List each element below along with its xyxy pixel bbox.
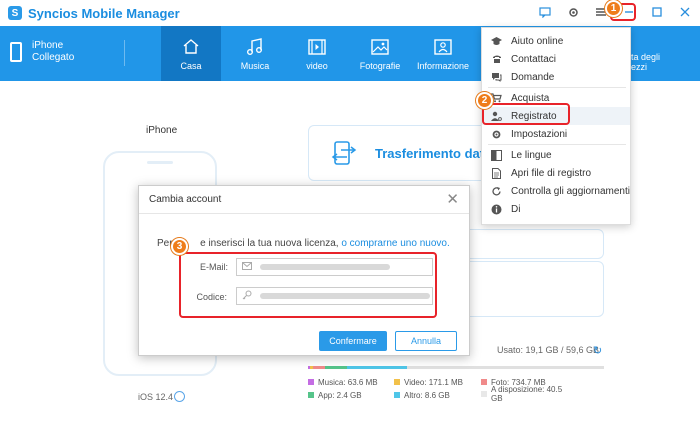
legend-swatch <box>308 379 314 385</box>
menu-item-label: Di <box>511 203 521 215</box>
language-icon <box>491 149 502 161</box>
info-card-icon <box>434 37 452 57</box>
transfer-icon <box>331 141 357 165</box>
menu-separator <box>488 87 626 88</box>
step-badge-1: 1 <box>605 0 622 17</box>
device-info[interactable]: iPhone Collegato <box>10 40 74 64</box>
highlight-registered-item <box>482 103 570 125</box>
legend-music: Musica: 63.6 MB <box>308 378 378 387</box>
legend-swatch <box>394 392 400 398</box>
step-badge-2: 2 <box>476 92 493 109</box>
refresh-icon <box>491 186 502 197</box>
phone-icon <box>491 54 502 65</box>
legend-swatch <box>481 391 487 397</box>
menu-item-about[interactable]: Di <box>482 200 630 218</box>
menu-item-label: Impostazioni <box>511 128 568 140</box>
settings-gear-icon[interactable] <box>564 3 582 21</box>
title-bar: S Syncios Mobile Manager <box>0 0 700 26</box>
menu-item-label: Le lingue <box>511 149 552 161</box>
highlight-license-fields <box>179 252 437 318</box>
menu-item-label: Aiuto online <box>511 35 564 47</box>
tab-photos[interactable]: Fotografie <box>350 26 410 81</box>
menu-item-contact[interactable]: Contattaci <box>482 50 630 68</box>
legend-apps: App: 2.4 GB <box>308 391 362 400</box>
ios-version: iOS 12.4 <box>138 392 174 402</box>
legend-label: App: 2.4 GB <box>318 391 362 400</box>
phone-label: iPhone <box>146 125 178 136</box>
dialog-message-text: e inserisci la tua nuova licenza, <box>200 238 342 249</box>
app-logo-icon: S <box>8 6 22 20</box>
tab-photos-label: Fotografie <box>359 60 401 71</box>
cancel-button[interactable]: Annulla <box>395 331 457 351</box>
tab-music[interactable]: Musica <box>225 26 285 81</box>
legend-other: Altro: 8.6 GB <box>394 391 450 400</box>
menu-item-label: Apri file di registro <box>511 167 592 179</box>
maximize-icon[interactable] <box>648 3 666 21</box>
menu-item-label: Domande <box>511 71 555 83</box>
app-title: Syncios Mobile Manager <box>28 5 180 21</box>
tab-video-label: video <box>306 60 328 71</box>
nav-divider <box>124 40 125 66</box>
graduation-cap-icon <box>491 36 502 47</box>
legend-label: Musica: 63.6 MB <box>318 378 378 387</box>
menu-item-settings[interactable]: Impostazioni <box>482 125 630 143</box>
legend-label: A disposizione: 40.5 GB <box>491 385 563 403</box>
ios-info-icon[interactable] <box>174 391 185 402</box>
storage-bar <box>308 366 604 369</box>
tab-home-label: Casa <box>180 60 202 71</box>
storage-segment-photos <box>313 366 325 369</box>
feedback-icon[interactable] <box>536 3 554 21</box>
gear-icon <box>491 129 502 140</box>
tab-home[interactable]: Casa <box>161 26 221 81</box>
home-icon <box>182 37 200 57</box>
storage-segment-other <box>347 366 407 369</box>
buy-new-license-link[interactable]: o comprarne uno nuovo. <box>341 238 449 249</box>
menu-item-languages[interactable]: Le lingue <box>482 146 630 164</box>
menu-item-label: Acquista <box>511 92 550 104</box>
photo-icon <box>371 37 389 57</box>
tab-information-label: Informazione <box>416 60 470 71</box>
legend-video: Video: 171.1 MB <box>394 378 463 387</box>
close-icon[interactable] <box>676 3 694 21</box>
device-name: iPhone <box>32 40 64 51</box>
video-icon <box>308 37 326 57</box>
menu-item-open-log[interactable]: Apri file di registro <box>482 164 630 182</box>
tab-information[interactable]: Informazione <box>413 26 473 81</box>
transfer-data-label: Trasferimento dati <box>375 146 488 161</box>
storage-usage: Usato: 19,1 GB / 59,6 GB <box>497 345 600 355</box>
confirm-button[interactable]: Confermare <box>319 331 387 351</box>
device-status: Collegato <box>32 52 75 63</box>
menu-separator <box>488 144 626 145</box>
legend-label: Altro: 8.6 GB <box>404 391 450 400</box>
music-icon <box>246 37 264 57</box>
storage-segment-apps <box>325 366 347 369</box>
chat-icon <box>491 72 502 83</box>
legend-swatch <box>394 379 400 385</box>
legend-label: Video: 171.1 MB <box>404 378 464 387</box>
document-icon <box>491 167 502 179</box>
refresh-icon[interactable]: ↻ <box>593 344 602 357</box>
tab-video[interactable]: video <box>287 26 347 81</box>
menu-item-faq[interactable]: Domande <box>482 68 630 86</box>
menu-item-check-updates[interactable]: Controlla gli aggiornamenti <box>482 182 630 200</box>
menu-item-online-help[interactable]: Aiuto online <box>482 32 630 50</box>
tab-partial-label[interactable]: ta degli ezzi <box>631 52 660 72</box>
dialog-title: Cambia account <box>149 194 222 205</box>
main-menu-dropdown: Aiuto online Contattaci Domande Acquista… <box>481 27 631 225</box>
info-icon <box>491 204 502 215</box>
tab-music-label: Musica <box>240 60 270 71</box>
menu-item-label: Contattaci <box>511 53 557 65</box>
step-badge-3: 3 <box>171 238 188 255</box>
legend-available: A disposizione: 40.5 GB <box>481 385 562 403</box>
dialog-close-icon[interactable]: ✕ <box>446 190 459 208</box>
phone-speaker <box>147 161 173 164</box>
menu-item-label: Controlla gli aggiornamenti <box>511 185 630 197</box>
dialog-message: Per fe inserisci la tua nuova licenza, o… <box>157 238 450 249</box>
device-phone-icon <box>10 42 22 62</box>
dialog-divider <box>139 213 469 214</box>
legend-swatch <box>308 392 314 398</box>
